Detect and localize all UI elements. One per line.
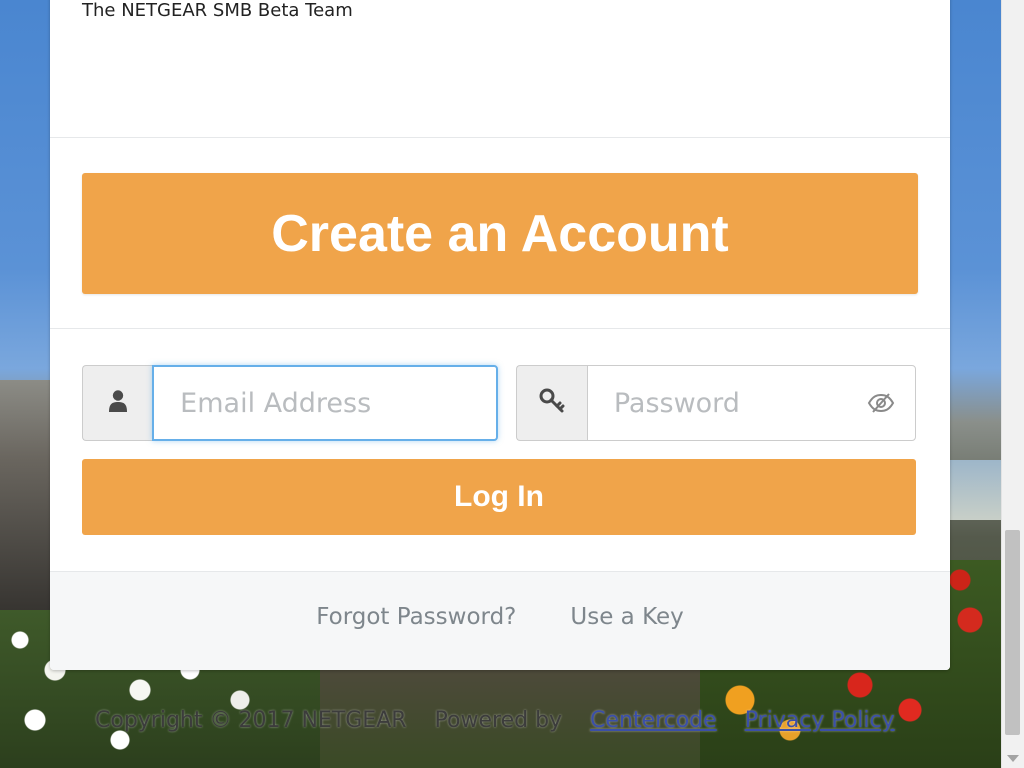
copyright-text: Copyright © 2017 NETGEAR <box>95 707 407 733</box>
key-icon <box>539 388 565 418</box>
login-button[interactable]: Log In <box>82 459 916 535</box>
copyright-bar: Copyright © 2017 NETGEAR Powered by Cent… <box>95 705 925 735</box>
eye-slash-icon[interactable] <box>867 392 895 418</box>
centercode-link[interactable]: Centercode <box>590 708 717 733</box>
signature-text: The NETGEAR SMB Beta Team <box>82 0 353 21</box>
privacy-policy-link[interactable]: Privacy Policy <box>745 708 895 733</box>
login-card: The NETGEAR SMB Beta Team Create an Acco… <box>50 0 950 670</box>
email-field[interactable] <box>154 367 496 439</box>
password-input-group <box>516 365 916 441</box>
user-icon <box>108 389 128 417</box>
forgot-password-link[interactable]: Forgot Password? <box>316 604 516 630</box>
footer-links: Forgot Password? Use a Key <box>50 604 950 630</box>
scrollbar-thumb[interactable] <box>1005 530 1020 735</box>
background-sea <box>950 460 1002 520</box>
password-field[interactable] <box>587 366 915 440</box>
create-account-button[interactable]: Create an Account <box>82 173 918 294</box>
use-key-link[interactable]: Use a Key <box>570 604 683 630</box>
card-footer: Forgot Password? Use a Key <box>50 571 950 670</box>
background-wall <box>0 380 50 640</box>
powered-by-text: Powered by <box>434 707 563 733</box>
divider <box>50 137 950 138</box>
email-input-group <box>82 365 498 441</box>
email-field-wrapper <box>152 365 498 441</box>
divider <box>50 328 950 329</box>
page-scrollbar[interactable] <box>1001 0 1024 768</box>
scroll-down-arrow-icon[interactable] <box>1007 755 1019 762</box>
user-icon-addon <box>82 365 153 441</box>
key-icon-addon <box>516 365 587 441</box>
password-field-wrapper <box>586 365 916 441</box>
